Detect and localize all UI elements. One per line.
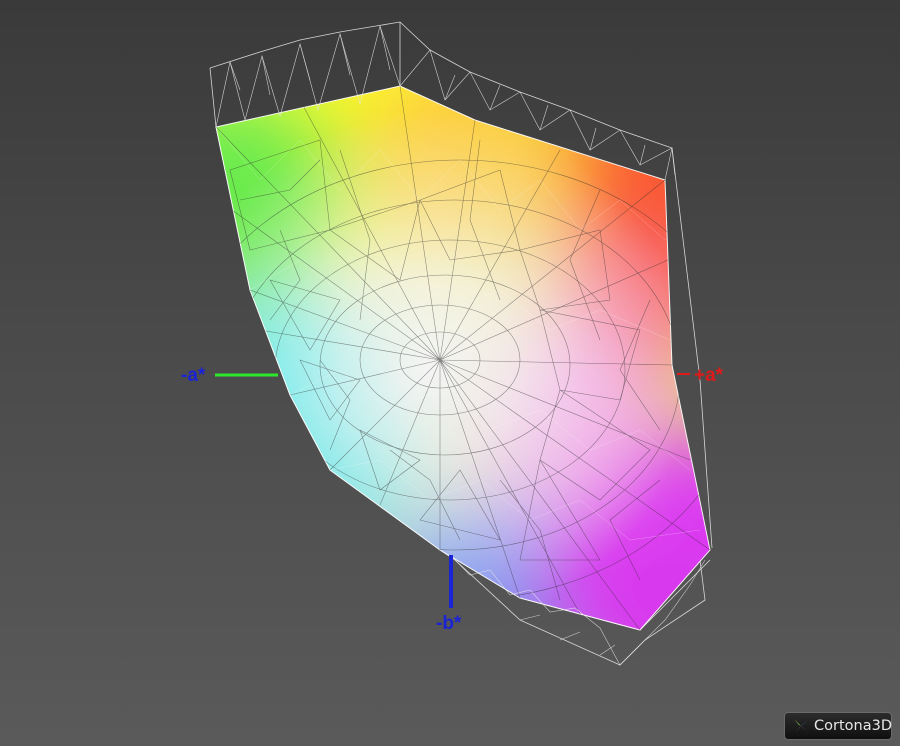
gamut-scene xyxy=(209,21,713,666)
pos-a-axis-label: +a* xyxy=(694,365,724,386)
neg-b-axis-label: -b* xyxy=(436,613,462,634)
logo-text: Cortona3D xyxy=(814,718,892,734)
cortona3d-logo-icon xyxy=(794,719,809,733)
3d-gamut-viewport[interactable]: -a* +a* -b* xyxy=(0,0,900,746)
neg-a-axis-label: -a* xyxy=(181,365,206,386)
cortona3d-logo[interactable]: Cortona3D xyxy=(784,712,892,740)
